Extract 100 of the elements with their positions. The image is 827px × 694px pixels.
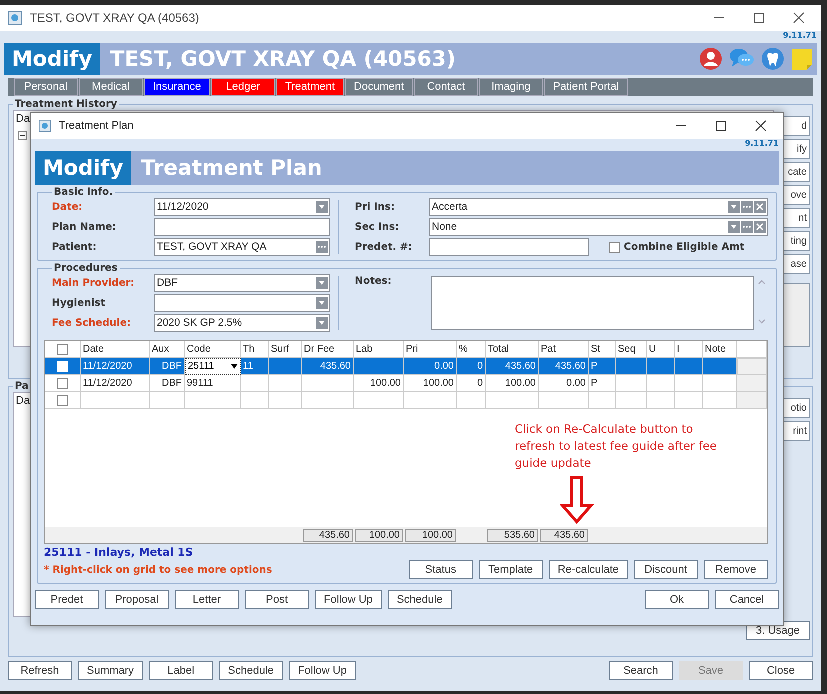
dialog-button[interactable]: Follow Up xyxy=(315,590,382,609)
checkbox[interactable] xyxy=(57,394,68,406)
group-title: Basic Info. xyxy=(53,187,114,198)
tab[interactable]: Treatment xyxy=(276,78,344,96)
dropdown-icon[interactable] xyxy=(316,297,328,309)
column-header[interactable]: I xyxy=(675,341,703,358)
dialog-button[interactable]: Schedule xyxy=(388,590,452,609)
group-title: Treatment History xyxy=(14,99,118,110)
dropdown-icon[interactable] xyxy=(728,201,740,213)
checkbox[interactable] xyxy=(609,242,620,252)
dialog-button[interactable]: Post xyxy=(245,590,309,609)
grid-button[interactable]: Status xyxy=(408,560,473,579)
column-header[interactable]: Surf xyxy=(269,341,302,358)
column-header[interactable]: Code xyxy=(185,341,241,358)
grid-button[interactable]: Re-calculate xyxy=(548,560,628,579)
maximize-icon[interactable] xyxy=(753,12,765,24)
tab[interactable]: Contact xyxy=(414,78,478,96)
dropdown-icon[interactable] xyxy=(728,221,740,233)
total-field: 435.60 xyxy=(540,528,588,542)
input-field[interactable]: 2020 SK GP 2.5% xyxy=(154,314,330,332)
table-cell xyxy=(241,375,269,392)
input-field[interactable] xyxy=(154,294,330,312)
tab[interactable]: Insurance xyxy=(144,78,210,96)
footer-button[interactable]: Refresh xyxy=(8,661,72,680)
table-cell xyxy=(457,392,486,409)
ellipsis-icon[interactable] xyxy=(316,241,328,253)
maximize-icon[interactable] xyxy=(715,120,727,132)
column-header[interactable]: Pat xyxy=(539,341,589,358)
input-field[interactable]: TEST, GOVT XRAY QA xyxy=(154,238,330,256)
ellipsis-icon[interactable] xyxy=(741,221,753,233)
dropdown-icon[interactable] xyxy=(316,201,328,213)
table-cell: 435.60 xyxy=(486,358,539,375)
dialog-button[interactable]: Cancel xyxy=(715,590,779,609)
close-icon[interactable] xyxy=(793,12,805,24)
column-header[interactable]: Note xyxy=(703,341,737,358)
column-header[interactable]: Total xyxy=(486,341,539,358)
footer-button[interactable]: Follow Up xyxy=(289,661,356,680)
table-cell xyxy=(241,392,269,409)
input-field[interactable]: Accerta xyxy=(429,198,768,216)
footer-button[interactable]: Close xyxy=(749,661,813,680)
ellipsis-icon[interactable] xyxy=(741,201,753,213)
column-header[interactable]: Date xyxy=(81,341,150,358)
grid-row[interactable]: 11/12/2020 DBF 25111 11 435.60 0.00 0 435.60 435.60 P xyxy=(45,358,767,375)
input-field[interactable] xyxy=(154,218,330,236)
notes-field[interactable] xyxy=(431,276,754,330)
field-label: Main Provider: xyxy=(52,278,136,288)
dialog-button[interactable]: Letter xyxy=(175,590,239,609)
input-field[interactable]: DBF xyxy=(154,274,330,292)
input-field[interactable]: None xyxy=(429,218,768,236)
row-end-cell xyxy=(737,392,767,409)
dropdown-icon[interactable] xyxy=(316,277,328,289)
caret-icon[interactable] xyxy=(231,364,238,369)
column-header[interactable]: Seq xyxy=(616,341,647,358)
input-field[interactable]: 11/12/2020 xyxy=(154,198,330,216)
column-header[interactable]: Pri xyxy=(404,341,457,358)
tab[interactable]: Imaging xyxy=(479,78,544,96)
version-label: 9.11.71 xyxy=(745,139,779,150)
table-cell xyxy=(616,358,647,375)
tab[interactable]: Medical xyxy=(79,78,143,96)
column-header[interactable]: Th xyxy=(241,341,269,358)
grid-row[interactable]: 11/12/2020 DBF 99111 100.00 100.00 0 100.00 0.00 P xyxy=(45,375,767,392)
collapse-icon[interactable] xyxy=(18,131,27,140)
column-header[interactable]: Dr Fee xyxy=(302,341,354,358)
grid-button[interactable]: Discount xyxy=(634,560,698,579)
input-field[interactable] xyxy=(429,238,589,256)
row-end-cell xyxy=(737,375,767,392)
footer-button[interactable]: Label xyxy=(149,661,214,680)
table-cell xyxy=(675,392,703,409)
dropdown-icon[interactable] xyxy=(316,317,328,329)
tooth-icon[interactable] xyxy=(761,47,785,71)
footer-button[interactable]: Search xyxy=(609,661,673,680)
checkbox-label: Combine Eligible Amt xyxy=(624,242,745,252)
grid-button[interactable]: Template xyxy=(478,560,543,579)
column-header[interactable]: St xyxy=(589,341,616,358)
tab[interactable]: Patient Portal xyxy=(544,78,628,96)
tab[interactable]: Ledger xyxy=(211,78,276,96)
tab[interactable]: Document xyxy=(345,78,414,96)
footer-button[interactable]: Summary xyxy=(78,661,144,680)
column-header[interactable]: % xyxy=(457,341,486,358)
column-header[interactable]: Aux xyxy=(150,341,185,358)
column-header[interactable]: U xyxy=(647,341,675,358)
field-label: Patient: xyxy=(52,242,98,252)
annotation-text: Click on Re-Calculate button to refresh to latest fee guide after fee guide update xyxy=(515,421,718,472)
dialog-button[interactable]: Predet xyxy=(35,590,99,609)
grid-button[interactable]: Remove xyxy=(704,560,768,579)
dialog-button[interactable]: Ok xyxy=(645,590,709,609)
tab[interactable]: Personal xyxy=(14,78,78,96)
field-label: Date: xyxy=(52,202,84,212)
grid-row[interactable] xyxy=(45,392,767,409)
dialog-button[interactable]: Proposal xyxy=(105,590,169,609)
table-cell xyxy=(269,358,302,375)
checkbox[interactable] xyxy=(57,344,68,354)
table-cell: 0.00 xyxy=(404,358,457,375)
column-header[interactable]: Lab xyxy=(354,341,404,358)
close-icon[interactable] xyxy=(755,120,767,132)
checkbox[interactable] xyxy=(57,378,68,388)
table-cell: 11/12/2020 xyxy=(81,358,150,375)
person-icon[interactable] xyxy=(699,47,723,71)
code-dropdown[interactable]: 25111 xyxy=(185,358,241,375)
footer-button[interactable]: Schedule xyxy=(219,661,284,680)
